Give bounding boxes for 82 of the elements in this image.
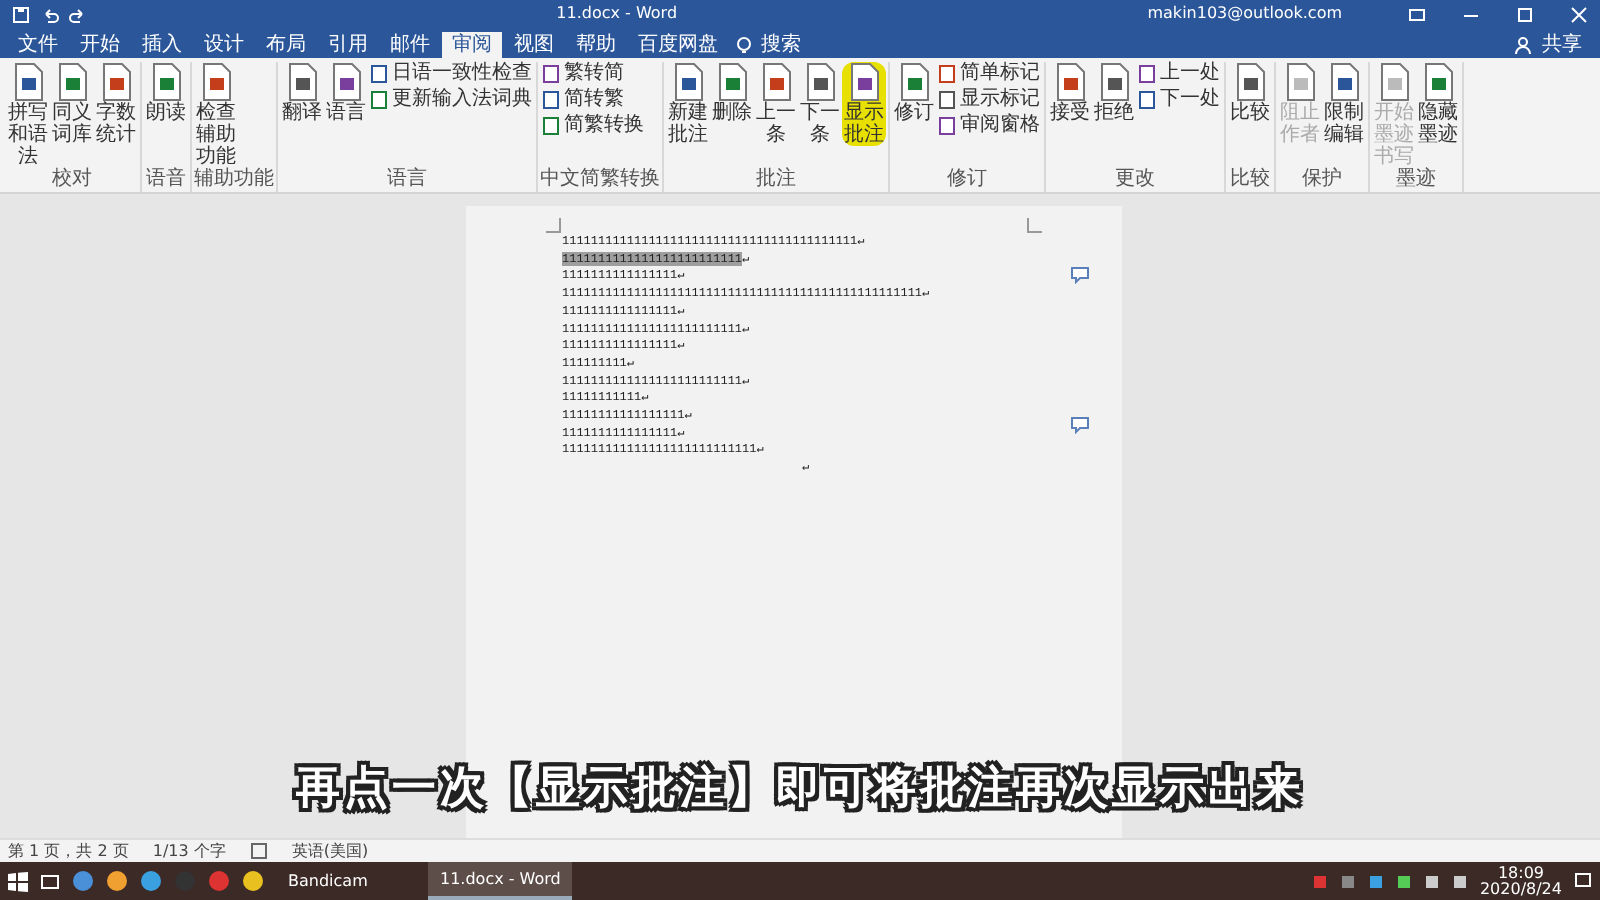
group-label: 中文简繁转换 [540,168,660,192]
page-count[interactable]: 第 1 页，共 2 页 [8,839,129,863]
maximize-icon[interactable] [1516,5,1534,23]
app-circle-icon[interactable] [106,870,128,892]
ribbon-tab[interactable]: 文件 [8,32,68,58]
ribbon-button[interactable]: 繁转简 [540,62,646,86]
ribbon-button[interactable]: 隐藏墨迹 [1416,62,1460,146]
ribbon-button[interactable]: 删除 [710,62,754,124]
clock-time[interactable]: 18:09 [1497,865,1545,881]
group-label: 保护 [1300,168,1344,192]
ribbon-button[interactable]: 简繁转换 [540,114,646,138]
proofing-icon[interactable] [249,842,268,860]
tell-me-search[interactable]: 搜索 [751,32,811,58]
ribbon-tab[interactable]: 百度网盘 [628,32,728,58]
ribbon-tab[interactable]: 邮件 [380,32,440,58]
ribbon-options-icon[interactable] [1408,5,1426,23]
ribbon-tab[interactable]: 帮助 [566,32,626,58]
close-icon[interactable] [1570,5,1588,23]
group-label: 墨迹 [1394,168,1438,192]
clock-date[interactable]: 2020/8/24 [1479,881,1562,897]
group-label: 比较 [1228,168,1272,192]
ribbon-button[interactable]: 拼写和语法 [6,62,50,168]
app-circle-icon[interactable] [242,870,264,892]
ribbon-tab[interactable]: 插入 [132,32,192,58]
ribbon-tab[interactable]: 设计 [194,32,254,58]
window-title: 11.docx - Word [554,2,680,26]
ribbon-button[interactable]: 拒绝 [1092,62,1136,124]
ribbon-tab[interactable]: 布局 [256,32,316,58]
redo-icon[interactable] [68,5,86,23]
taskbar-app-button[interactable]: Bandicam [276,862,416,900]
notification-icon[interactable] [1574,872,1592,890]
ribbon-tab[interactable]: 视图 [504,32,564,58]
ribbon-tab[interactable]: 引用 [318,32,378,58]
ribbon-button[interactable]: 简单标记 [936,62,1042,86]
group-label: 批注 [754,168,798,192]
ribbon-button[interactable]: 新建批注 [666,62,710,146]
group-label: 修订 [945,168,989,192]
ribbon-button[interactable]: 上一处 [1136,62,1222,86]
margin-corner-icon [1026,218,1042,234]
ribbon-button[interactable]: 翻译 [280,62,324,124]
app-circle-icon[interactable] [72,870,94,892]
group-label: 更改 [1113,168,1157,192]
ribbon-button[interactable]: 字数统计 [94,62,138,146]
group-label: 语音 [144,168,188,192]
ribbon-button[interactable]: 接受 [1048,62,1092,124]
ribbon-tab[interactable]: 开始 [70,32,130,58]
ribbon-button[interactable]: 同义词库 [50,62,94,146]
group-label: 辅助功能 [194,168,274,192]
ribbon-button[interactable]: 审阅窗格 [936,114,1042,138]
ribbon-tab[interactable]: 审阅 [442,32,502,58]
ribbon-button[interactable]: 下一条 [798,62,842,146]
windows-logo-icon[interactable] [8,871,28,891]
ribbon-button[interactable]: 日语一致性检查 [368,62,534,86]
taskbar-app-button[interactable]: 11.docx - Word [428,862,573,900]
word-count[interactable]: 1/13 个字 [152,839,226,863]
app-circle-icon[interactable] [140,870,162,892]
person-icon [1514,35,1532,55]
comment-icon[interactable] [1070,416,1090,434]
ribbon-button[interactable]: 上一条 [754,62,798,146]
account-name[interactable]: makin103@outlook.com [1147,2,1342,26]
share-button[interactable]: 共享 [1532,32,1592,58]
ribbon-button[interactable]: 简转繁 [540,88,646,112]
undo-icon[interactable] [42,5,60,23]
task-view-icon[interactable] [40,871,60,891]
margin-corner-icon [546,218,562,234]
ribbon-button[interactable]: 检查辅助功能 [194,62,238,168]
ribbon-button[interactable]: 朗读 [144,62,188,124]
lightbulb-icon [735,35,751,55]
ribbon-button[interactable]: 限制编辑 [1322,62,1366,146]
group-label: 校对 [50,168,94,192]
ribbon-button[interactable]: 显示标记 [936,88,1042,112]
ribbon-button[interactable]: 修订 [892,62,936,124]
comment-icon[interactable] [1070,266,1090,284]
language-indicator[interactable]: 英语(美国) [291,839,369,863]
video-caption: 再点一次【显示批注】即可将批注再次显示出来 [296,764,1304,814]
ribbon-button[interactable]: 语言 [324,62,368,124]
ribbon-button[interactable]: 比较 [1228,62,1272,124]
ribbon-button[interactable]: 下一处 [1136,88,1222,112]
group-label: 语言 [385,168,429,192]
save-icon[interactable] [12,5,30,23]
ribbon-button[interactable]: 更新输入法词典 [368,88,534,112]
ribbon-button[interactable]: 显示批注 [842,62,886,146]
